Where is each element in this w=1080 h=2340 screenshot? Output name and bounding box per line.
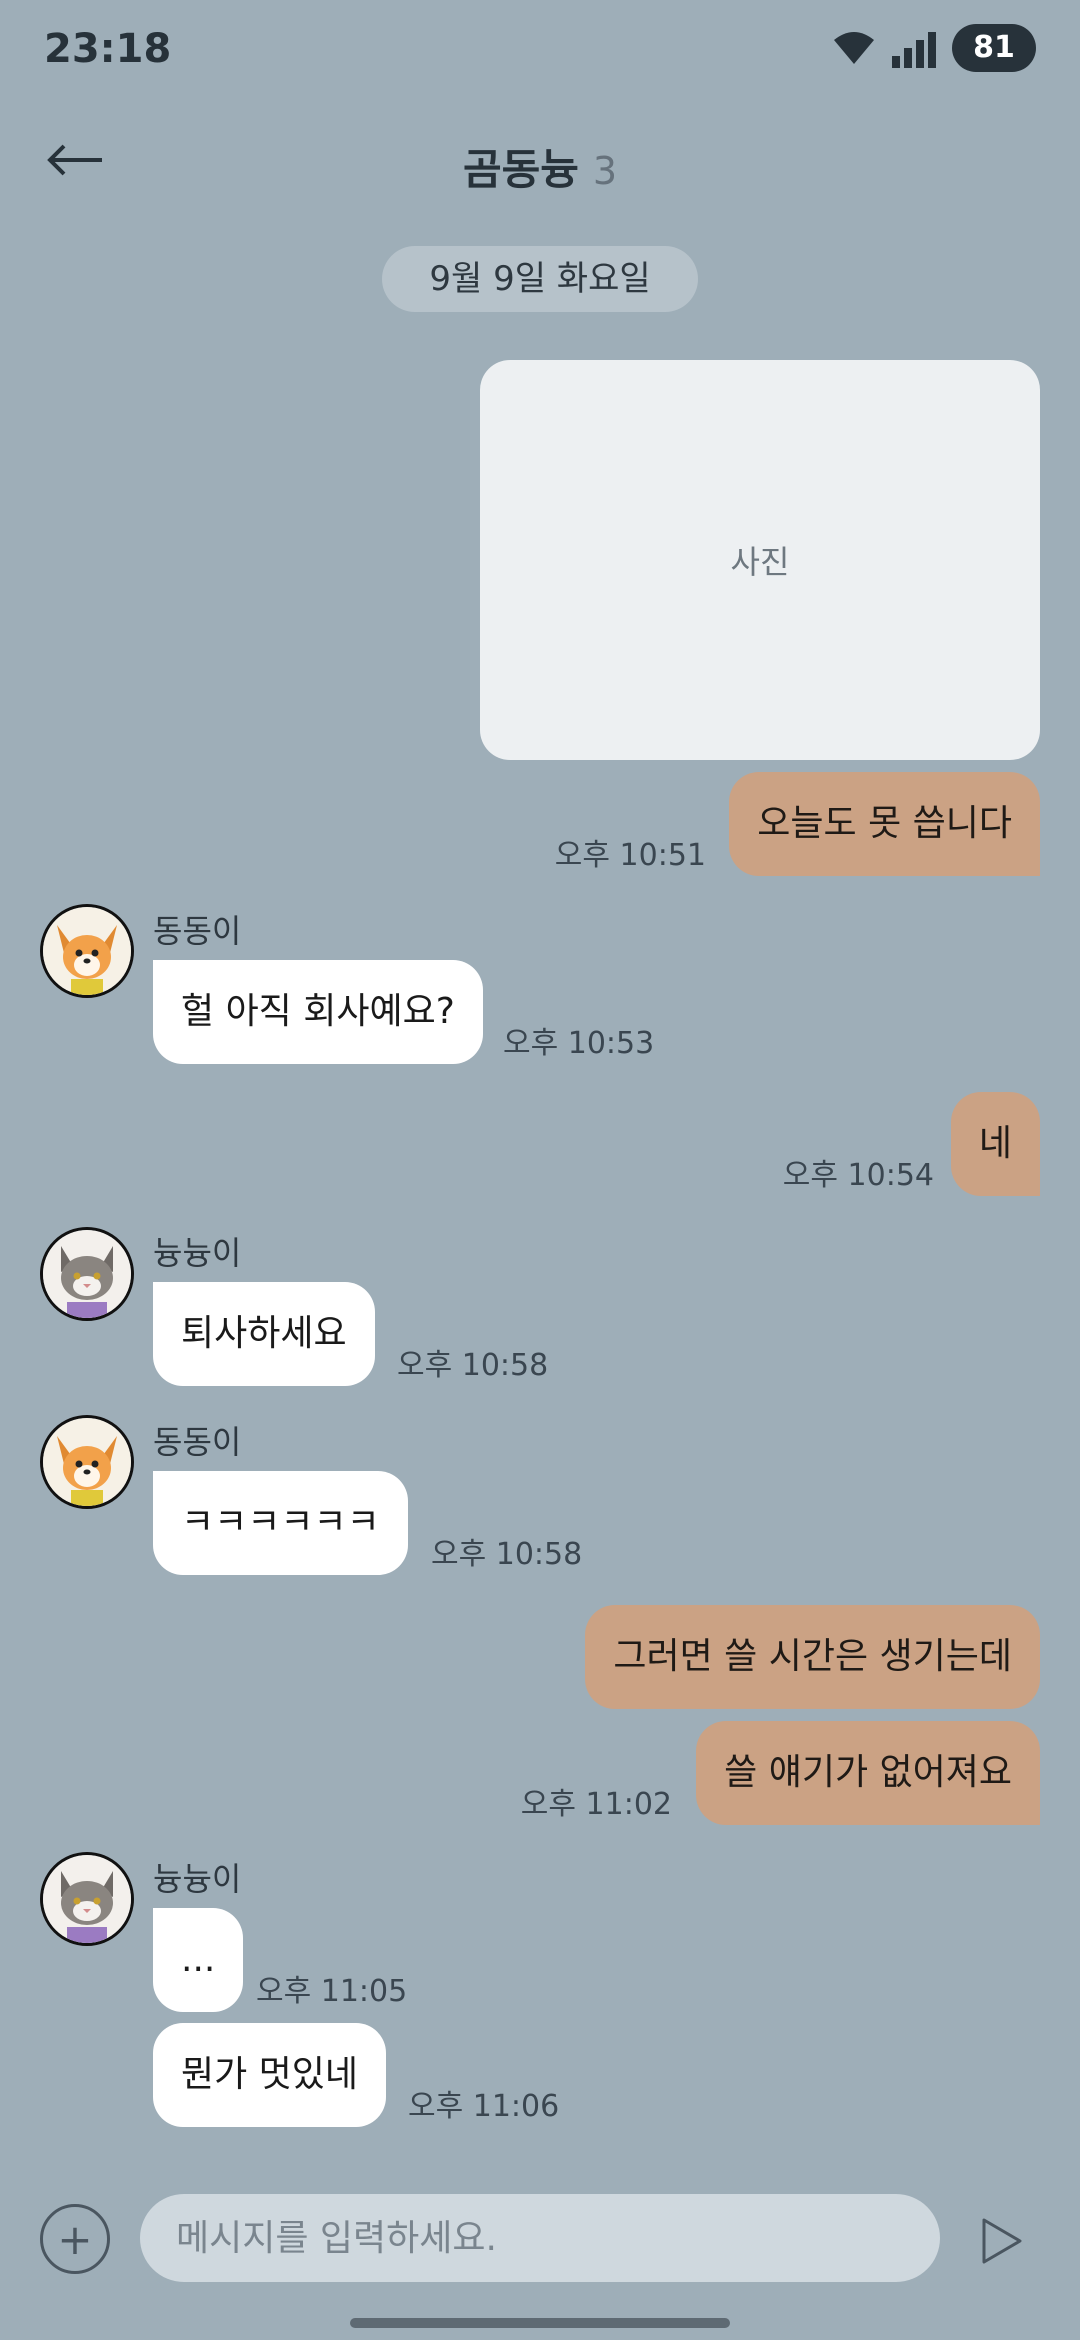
my-message-bubble[interactable]: 그러면 쓸 시간은 생기는데 [585, 1605, 1040, 1709]
message-time: 오후 10:51 [554, 838, 706, 873]
battery-indicator: 81 [952, 24, 1036, 72]
avatar-nyungnyung[interactable] [40, 1227, 134, 1321]
sender-name: 동동이 [153, 1423, 242, 1461]
message-time: 오후 11:05 [256, 1974, 408, 2009]
cat-avatar-icon [43, 1855, 131, 1943]
message-time: 오후 10:58 [431, 1537, 583, 1572]
cat-avatar-icon [43, 1230, 131, 1318]
avatar-dongdong[interactable] [40, 904, 134, 998]
send-icon[interactable] [980, 2216, 1024, 2266]
signal-icon [892, 32, 936, 68]
other-message-bubble[interactable]: ... [153, 1908, 244, 2012]
my-message-bubble[interactable]: 네 [950, 1092, 1040, 1196]
message-time: 오후 10:54 [782, 1158, 934, 1193]
message-time: 오후 10:53 [503, 1026, 655, 1061]
photo-label: 사진 [730, 543, 790, 581]
status-time: 23:18 [44, 26, 172, 72]
sender-name: 동동이 [153, 912, 242, 950]
message-time: 오후 11:02 [520, 1787, 672, 1822]
member-count: 3 [592, 149, 618, 193]
message-time: 오후 10:58 [397, 1348, 549, 1383]
chat-header: 곰동늉 3 [0, 136, 1080, 197]
avatar-nyungnyung[interactable] [40, 1852, 134, 1946]
other-message-bubble[interactable]: 퇴사하세요 [153, 1282, 375, 1386]
my-message-bubble[interactable]: 쓸 얘기가 없어져요 [696, 1721, 1040, 1825]
avatar-dongdong[interactable] [40, 1415, 134, 1509]
my-message-bubble[interactable]: 오늘도 못 씁니다 [729, 772, 1040, 876]
other-message-bubble[interactable]: 헐 아직 회사예요? [153, 960, 483, 1064]
photo-message[interactable]: 사진 [480, 360, 1040, 760]
other-message-bubble[interactable]: ㅋㅋㅋㅋㅋㅋ [153, 1471, 408, 1575]
attach-plus-button[interactable]: + [40, 2204, 110, 2274]
home-indicator[interactable] [350, 2318, 730, 2328]
message-time: 오후 11:06 [408, 2089, 560, 2124]
date-divider: 9월 9일 화요일 [382, 246, 698, 312]
sender-name: 늉늉이 [153, 1234, 242, 1272]
dog-avatar-icon [43, 907, 131, 995]
chat-title: 곰동늉 [462, 145, 579, 194]
message-input[interactable] [140, 2194, 940, 2282]
sender-name: 늉늉이 [153, 1860, 242, 1898]
wifi-icon [834, 32, 874, 64]
dog-avatar-icon [43, 1418, 131, 1506]
other-message-bubble[interactable]: 뭔가 멋있네 [153, 2023, 387, 2127]
